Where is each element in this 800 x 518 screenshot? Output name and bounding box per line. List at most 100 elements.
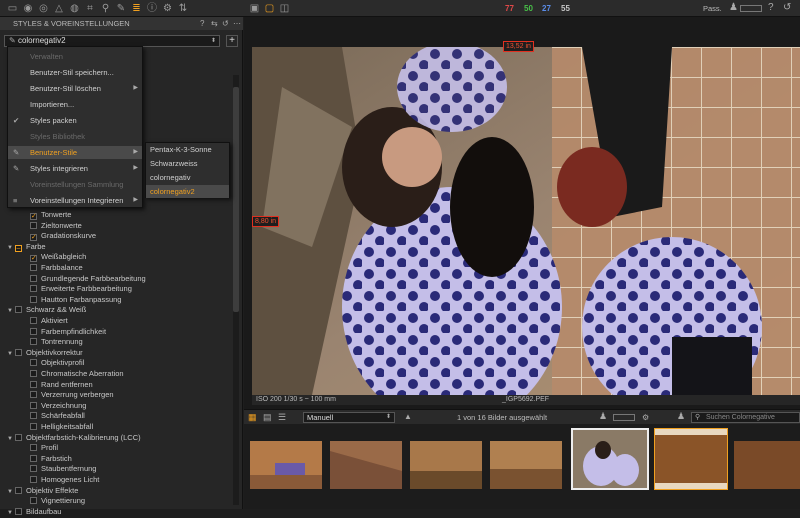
thumbnail-size-slider[interactable]	[613, 414, 635, 421]
camera-icon[interactable]: ◉	[23, 3, 34, 14]
filmstrip-view-icon[interactable]: ▤	[263, 412, 272, 423]
tree-group[interactable]: ▼ Bildaufbau	[7, 507, 61, 517]
library-icon[interactable]: ▭	[7, 3, 18, 14]
copy-icon[interactable]: ⇆	[211, 19, 218, 28]
checkbox[interactable]	[30, 465, 37, 473]
menu-item[interactable]: ≡ Voreinstellungen Integrieren ▶	[8, 194, 142, 207]
expand-icon[interactable]: ▼	[7, 508, 15, 518]
tree-item[interactable]: Erweiterte Farbbearbeitung	[30, 284, 132, 294]
checkbox[interactable]	[30, 285, 37, 293]
checkbox[interactable]	[30, 359, 37, 367]
checkbox[interactable]	[15, 306, 22, 314]
thumbnail[interactable]	[250, 441, 322, 489]
expand-icon[interactable]: ▼	[7, 349, 15, 359]
tree-item[interactable]: Schärfeabfall	[30, 411, 85, 421]
checkbox[interactable]	[30, 274, 37, 282]
tree-item[interactable]: ✓ Tonwerte	[30, 210, 71, 220]
adjust-icon[interactable]: ⇅	[178, 3, 189, 14]
settings-icon[interactable]: ⚙	[642, 413, 649, 422]
list-view-icon[interactable]: ☰	[278, 412, 286, 423]
sort-direction-icon[interactable]: ▲	[404, 412, 412, 421]
crop-icon[interactable]: ⌗	[85, 3, 96, 14]
checkbox[interactable]	[30, 423, 37, 430]
tree-item[interactable]: Profil	[30, 443, 58, 453]
submenu-item[interactable]: Pentax-K-3-Sonne	[146, 143, 229, 156]
thumbnail[interactable]	[734, 441, 800, 489]
tree-item[interactable]: Objektivprofil	[30, 358, 84, 368]
tree-item[interactable]: Farbempfindlichkeit	[30, 327, 106, 337]
submenu-item[interactable]: colornegativ	[146, 171, 229, 184]
checkbox[interactable]	[30, 264, 37, 271]
tree-item[interactable]: Verzeichnung	[30, 401, 86, 411]
checkbox[interactable]	[30, 370, 37, 377]
expand-icon[interactable]: ▼	[7, 243, 15, 253]
checkbox[interactable]: ✓	[30, 234, 37, 242]
checkbox[interactable]	[30, 391, 37, 399]
help-icon[interactable]: ?	[768, 2, 774, 13]
thumbnail-selected[interactable]	[571, 428, 649, 490]
menu-item[interactable]: Benutzer-Stil speichern...	[8, 66, 142, 79]
tree-item[interactable]: Staubentfernung	[30, 464, 96, 474]
checkbox[interactable]	[30, 497, 37, 505]
tree-group[interactable]: ▼ Schwarz && Weiß	[7, 305, 86, 315]
checkbox[interactable]	[30, 221, 37, 229]
menu-item[interactable]: Benutzer-Stil löschen ▶	[8, 82, 142, 95]
expand-icon[interactable]: ▼	[7, 487, 15, 497]
panel-menu-icon[interactable]: ⋯	[233, 19, 241, 28]
multi-view-icon[interactable]: ▢	[264, 3, 275, 14]
search-input[interactable]: ⚲ Suchen Colornegative	[691, 412, 800, 423]
tree-group[interactable]: ▼ Objektivkorrektur	[7, 348, 83, 358]
checkbox[interactable]	[30, 317, 37, 324]
brush-icon[interactable]: ✎	[116, 3, 127, 14]
tree-item[interactable]: Helligkeitsabfall	[30, 422, 93, 432]
thumbnail[interactable]	[330, 441, 402, 489]
checkbox[interactable]	[15, 433, 22, 441]
lens-icon[interactable]: ◍	[69, 3, 80, 14]
tree-group[interactable]: ▼ Objektfarbstich-Kalibrierung (LCC)	[7, 433, 141, 443]
tree-item[interactable]: Tontrennung	[30, 337, 83, 347]
compare-view-icon[interactable]: ◫	[279, 3, 290, 14]
info-icon[interactable]: ⓘ	[147, 3, 158, 14]
expand-icon[interactable]: ▼	[7, 434, 15, 444]
checkbox[interactable]	[15, 486, 22, 494]
tree-item[interactable]: Grundlegende Farbbearbeitung	[30, 274, 146, 284]
checkbox[interactable]	[30, 476, 37, 483]
checkbox[interactable]	[30, 454, 37, 462]
tree-group[interactable]: ▼ – Farbe	[7, 242, 46, 252]
checkbox[interactable]	[30, 401, 37, 409]
checkbox[interactable]: –	[15, 244, 22, 252]
checkbox[interactable]: ✓	[30, 255, 37, 263]
tree-item[interactable]: Farbstich	[30, 454, 72, 464]
user-icon[interactable]: ♟	[729, 2, 738, 13]
checkbox[interactable]	[30, 295, 37, 303]
add-style-button[interactable]: +	[226, 35, 238, 47]
scrollbar-thumb[interactable]	[233, 87, 239, 312]
tree-item[interactable]: Homogenes Licht	[30, 475, 99, 485]
styles-icon[interactable]: ≣	[131, 3, 142, 14]
checkbox[interactable]	[30, 338, 37, 346]
menu-item[interactable]: ✎ Benutzer-Stile ▶	[8, 146, 142, 159]
checkbox[interactable]	[30, 444, 37, 452]
tree-item[interactable]: Zieltonwerte	[30, 221, 82, 231]
sort-dropdown[interactable]: Manuell ⬍	[303, 412, 395, 423]
reset-icon[interactable]: ↺	[222, 19, 229, 28]
tree-item[interactable]: Aktiviert	[30, 316, 68, 326]
exposure-icon[interactable]: △	[54, 3, 65, 14]
expand-icon[interactable]: ▼	[7, 306, 15, 316]
tree-item[interactable]: ✓ Weißabgleich	[30, 252, 86, 263]
tree-group[interactable]: ▼ Objektiv Effekte	[7, 486, 78, 496]
grid-view-icon[interactable]: ▦	[248, 412, 257, 423]
exposure-slider[interactable]	[740, 5, 762, 12]
tree-item[interactable]: Verzerrung verbergen	[30, 390, 114, 400]
tree-item[interactable]: Rand entfernen	[30, 380, 93, 390]
submenu-item[interactable]: Schwarzweiss	[146, 157, 229, 170]
menu-item[interactable]: ✎ Styles integrieren ▶	[8, 162, 142, 175]
menu-item[interactable]: ✔ Styles packen	[8, 114, 142, 127]
thumbnail[interactable]	[654, 428, 728, 490]
checkbox[interactable]	[15, 348, 22, 356]
help-icon[interactable]: ?	[200, 19, 204, 28]
submenu-item[interactable]: colornegativ2	[146, 185, 229, 198]
checkbox[interactable]: ✓	[30, 213, 37, 220]
checkbox[interactable]	[30, 412, 37, 420]
refresh-icon[interactable]: ↺	[783, 2, 791, 13]
